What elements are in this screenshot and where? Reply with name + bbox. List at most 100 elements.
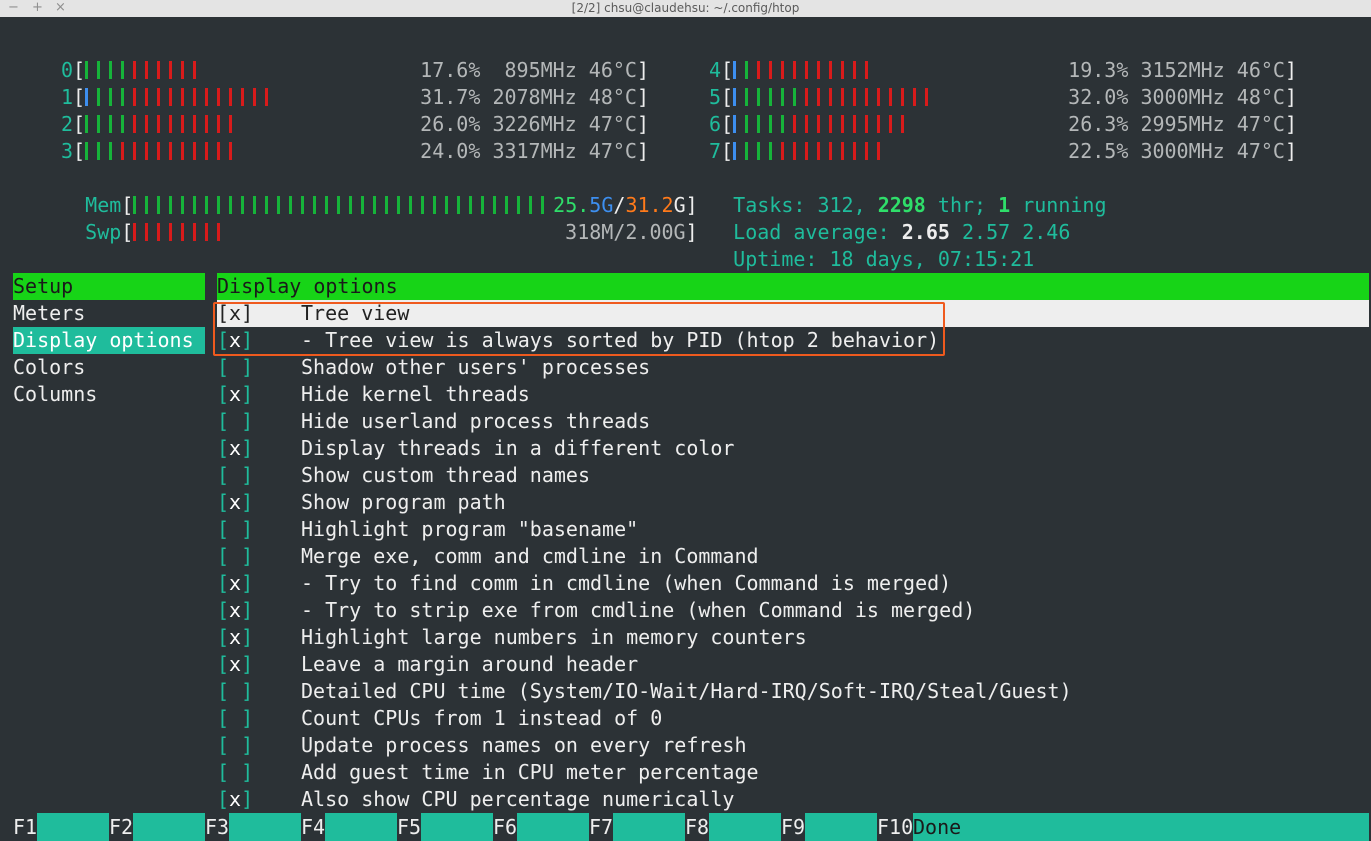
sidebar-item-colors[interactable]: Colors	[13, 354, 205, 381]
cpu-bar-segment	[733, 61, 737, 79]
option-row[interactable]: [x] Display threads in a different color	[217, 435, 1369, 462]
option-checkbox[interactable]: [x]	[217, 786, 253, 813]
option-checkbox[interactable]: [ ]	[217, 516, 253, 543]
option-checkbox[interactable]: [x]	[217, 489, 253, 516]
cpu-percent: 19.3%	[1068, 58, 1129, 82]
cpu-id: 6	[709, 112, 722, 136]
cpu-bar-segment	[217, 88, 221, 106]
sidebar-item-display-options[interactable]: Display options	[13, 327, 205, 354]
option-row[interactable]: [x] Also show CPU percentage numerically	[217, 786, 1369, 813]
option-checkbox[interactable]: [x]	[217, 570, 253, 597]
fkey-f2[interactable]: F2	[109, 813, 133, 841]
swap-label: Swp	[85, 220, 122, 244]
fkey-action-f8[interactable]	[709, 813, 781, 841]
option-checkbox[interactable]: [x]	[217, 597, 253, 624]
option-row[interactable]: [ ] Hide userland process threads	[217, 408, 1369, 435]
cpu-percent: 22.5%	[1068, 139, 1129, 163]
option-checkbox[interactable]: [x]	[217, 624, 253, 651]
cpu-bar-segment	[157, 142, 161, 160]
mem-bar-segment	[241, 196, 245, 214]
fkey-f10[interactable]: F10	[877, 813, 913, 841]
cpu-bar-segment	[853, 115, 857, 133]
option-row[interactable]: [ ] Show custom thread names	[217, 462, 1369, 489]
option-row[interactable]: [x] Hide kernel threads	[217, 381, 1369, 408]
cpu-bar-segment	[745, 115, 749, 133]
option-checkbox[interactable]: [x]	[217, 381, 253, 408]
fkey-f8[interactable]: F8	[685, 813, 709, 841]
fkey-f5[interactable]: F5	[397, 813, 421, 841]
sidebar-item-columns[interactable]: Columns	[13, 381, 205, 408]
option-checkbox[interactable]: [ ]	[217, 354, 253, 381]
option-checkbox[interactable]: [ ]	[217, 462, 253, 489]
cpu-bar-segment	[745, 88, 749, 106]
option-row[interactable]: [ ] Count CPUs from 1 instead of 0	[217, 705, 1369, 732]
cpu-temperature: 47°C	[588, 139, 637, 163]
option-row[interactable]: [ ] Add guest time in CPU meter percentag…	[217, 759, 1369, 786]
option-label: Add guest time in CPU meter percentage	[301, 760, 759, 784]
cpu-bar-segment	[217, 142, 221, 160]
cpu-bar-segment	[829, 115, 833, 133]
fkey-action-f1[interactable]	[37, 813, 109, 841]
option-checkbox[interactable]: [ ]	[217, 759, 253, 786]
cpu-bar	[85, 111, 241, 138]
option-checkbox[interactable]: [ ]	[217, 732, 253, 759]
sidebar-item-meters[interactable]: Meters	[13, 300, 205, 327]
cpu-bar-segment	[781, 61, 785, 79]
option-checkbox[interactable]: [x]	[217, 651, 253, 678]
option-row[interactable]: [ ] Update process names on every refresh	[217, 732, 1369, 759]
option-label: Show program path	[301, 490, 506, 514]
fkey-action-f5[interactable]	[421, 813, 493, 841]
option-checkbox[interactable]: [ ]	[217, 678, 253, 705]
option-label: Highlight large numbers in memory counte…	[301, 625, 807, 649]
cpu-bar-segment	[913, 88, 917, 106]
cpu-bar-segment	[733, 88, 737, 106]
cpu-bar-segment	[169, 142, 173, 160]
option-label: Shadow other users' processes	[301, 355, 651, 379]
mem-bar-segment	[493, 196, 497, 214]
option-row[interactable]: [ ] Detailed CPU time (System/IO-Wait/Har…	[217, 678, 1369, 705]
fkey-f3[interactable]: F3	[205, 813, 229, 841]
fkey-f9[interactable]: F9	[781, 813, 805, 841]
option-checkbox[interactable]: [ ]	[217, 408, 253, 435]
terminal: 0[17.6% 895MHz 46°C] 1[31.7% 2078MHz 48°C…	[0, 17, 1371, 841]
fkey-action-f4[interactable]	[325, 813, 397, 841]
option-row[interactable]: [x] Leave a margin around header	[217, 651, 1369, 678]
fkey-f1[interactable]: F1	[13, 813, 37, 841]
cpu-bar-segment	[133, 142, 137, 160]
cpu-bar	[733, 84, 937, 111]
cpu-frequency: 3317MHz	[492, 139, 577, 163]
cpu-bar-segment	[805, 88, 809, 106]
swap-bar-segment	[157, 223, 161, 241]
mem-bar-segment	[313, 196, 317, 214]
option-row[interactable]: [ ] Merge exe, comm and cmdline in Comman…	[217, 543, 1369, 570]
cpu-bar-segment	[181, 142, 185, 160]
fkey-action-f2[interactable]	[133, 813, 205, 841]
option-checkbox[interactable]: [ ]	[217, 705, 253, 732]
fkey-f6[interactable]: F6	[493, 813, 517, 841]
cpu-frequency: 3000MHz	[1140, 139, 1225, 163]
option-row[interactable]: [ ] Highlight program "basename"	[217, 516, 1369, 543]
fkey-action-f3[interactable]	[229, 813, 301, 841]
fkey-action-f6[interactable]	[517, 813, 589, 841]
fkey-f4[interactable]: F4	[301, 813, 325, 841]
swap-bar-segment	[181, 223, 185, 241]
cpu-bar	[733, 138, 889, 165]
option-row[interactable]: [x] Show program path	[217, 489, 1369, 516]
fkey-action-f7[interactable]	[613, 813, 685, 841]
option-checkbox[interactable]: [x]	[217, 435, 253, 462]
cpu-bar-segment	[157, 88, 161, 106]
cpu-bar-segment	[889, 88, 893, 106]
fkey-action-f9[interactable]	[805, 813, 877, 841]
mem-bar-segment	[433, 196, 437, 214]
swap-bar-segment	[169, 223, 173, 241]
cpu-bar-segment	[169, 61, 173, 79]
option-row[interactable]: [ ] Shadow other users' processes	[217, 354, 1369, 381]
option-row[interactable]: [x] Highlight large numbers in memory cou…	[217, 624, 1369, 651]
option-row[interactable]: [x] - Try to find comm in cmdline (when C…	[217, 570, 1369, 597]
cpu-percent: 17.6%	[420, 58, 481, 82]
fkey-f7[interactable]: F7	[589, 813, 613, 841]
option-checkbox[interactable]: [ ]	[217, 543, 253, 570]
fkey-action-f10[interactable]: Done	[913, 813, 1369, 841]
uptime-line: Uptime: 18 days, 07:15:21	[685, 219, 1034, 271]
option-row[interactable]: [x] - Try to strip exe from cmdline (when…	[217, 597, 1369, 624]
